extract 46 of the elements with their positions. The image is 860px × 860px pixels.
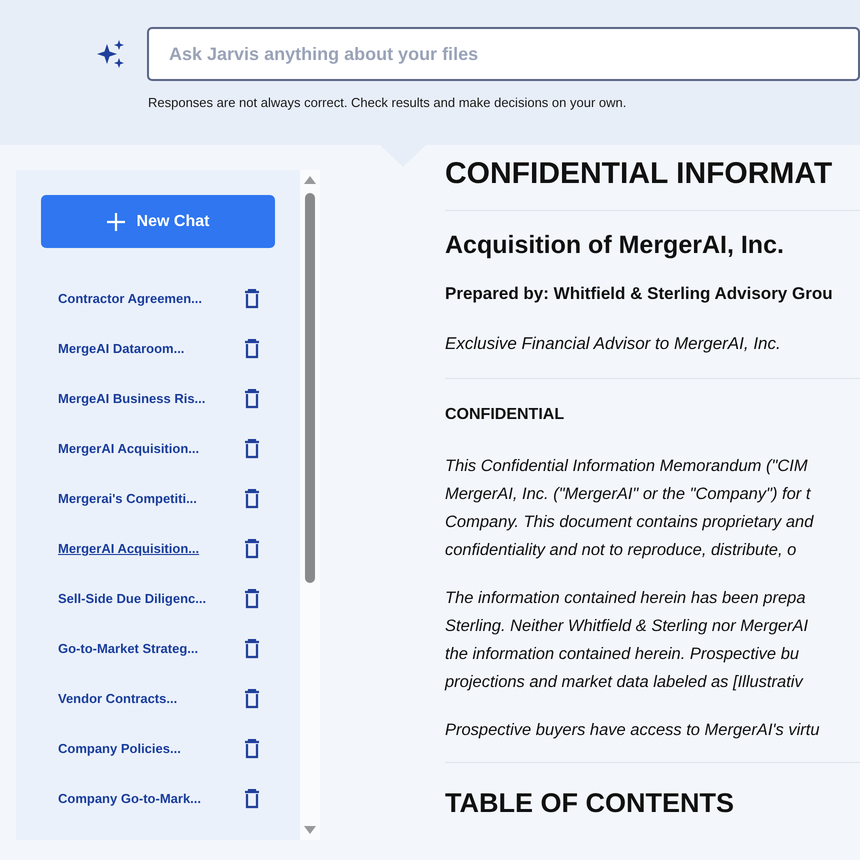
scroll-up-icon[interactable] — [304, 176, 316, 184]
trash-icon[interactable] — [244, 589, 260, 609]
trash-icon[interactable] — [244, 539, 260, 559]
toc-heading: TABLE OF CONTENTS — [445, 787, 734, 820]
trash-icon[interactable] — [244, 789, 260, 809]
chat-item[interactable]: Contractor Agreemen... — [58, 289, 228, 309]
trash-icon[interactable] — [244, 639, 260, 659]
trash-icon[interactable] — [244, 439, 260, 459]
chat-item[interactable]: MergerAI Acquisition... — [58, 539, 228, 559]
paragraph-line: confidentiality and not to reproduce, distribute, o — [445, 540, 796, 561]
scrollbar[interactable] — [300, 170, 320, 840]
paragraph-line: Company. This document contains proprietary and — [445, 512, 814, 533]
trash-icon[interactable] — [244, 339, 260, 359]
paragraph-line: Prospective buyers have access to MergerAI's virtu — [445, 720, 820, 741]
paragraph-line: Sterling. Neither Whitfield & Sterling nor MergerAI — [445, 616, 808, 637]
search-field[interactable]: Ask Jarvis anything about your files — [147, 27, 860, 81]
chat-item[interactable]: Go-to-Market Strateg... — [58, 639, 228, 659]
trash-icon[interactable] — [244, 289, 260, 309]
paragraph-line: the information contained herein. Prospective bu — [445, 644, 800, 665]
paragraph-line: MergerAI, Inc. ("MergerAI" or the "Company") for t — [445, 484, 810, 505]
document-subtitle: Acquisition of MergerAI, Inc. — [445, 230, 784, 261]
chat-item[interactable]: Company Policies... — [58, 739, 228, 759]
plus-icon — [106, 212, 125, 230]
paragraph-line: The information contained herein has been prepa — [445, 588, 806, 609]
trash-icon[interactable] — [244, 739, 260, 759]
scroll-down-icon[interactable] — [304, 826, 316, 834]
chat-item[interactable]: MergeAI Dataroom... — [58, 339, 228, 359]
chat-item[interactable]: Sell-Side Due Diligenc... — [58, 589, 228, 609]
sparkle-icon — [96, 39, 126, 69]
chat-item[interactable]: Vendor Contracts... — [58, 689, 228, 709]
chat-item[interactable]: MergerAI Acquisition... — [58, 439, 228, 459]
disclaimer-text: Responses are not always correct. Check results and make decisions on your own. — [148, 94, 626, 112]
trash-icon[interactable] — [244, 489, 260, 509]
scrollbar-thumb[interactable] — [305, 193, 315, 583]
document-title: CONFIDENTIAL INFORMAT — [445, 156, 832, 192]
section-heading: CONFIDENTIAL — [445, 405, 564, 425]
prepared-by-text: Prepared by: Whitfield & Sterling Advisory Grou — [445, 283, 833, 305]
trash-icon[interactable] — [244, 689, 260, 709]
advisor-text: Exclusive Financial Advisor to MergerAI, Inc. — [445, 332, 781, 354]
chat-item[interactable]: Mergerai's Competiti... — [58, 489, 228, 509]
paragraph-line: This Confidential Information Memorandum ("CIM — [445, 456, 808, 477]
chat-item[interactable]: Company Go-to-Mark... — [58, 789, 228, 809]
new-chat-button[interactable]: New Chat — [41, 195, 275, 248]
trash-icon[interactable] — [244, 389, 260, 409]
chat-item[interactable]: MergeAI Business Ris... — [58, 389, 228, 409]
paragraph-line: projections and market data labeled as [Illustrativ — [445, 672, 803, 693]
